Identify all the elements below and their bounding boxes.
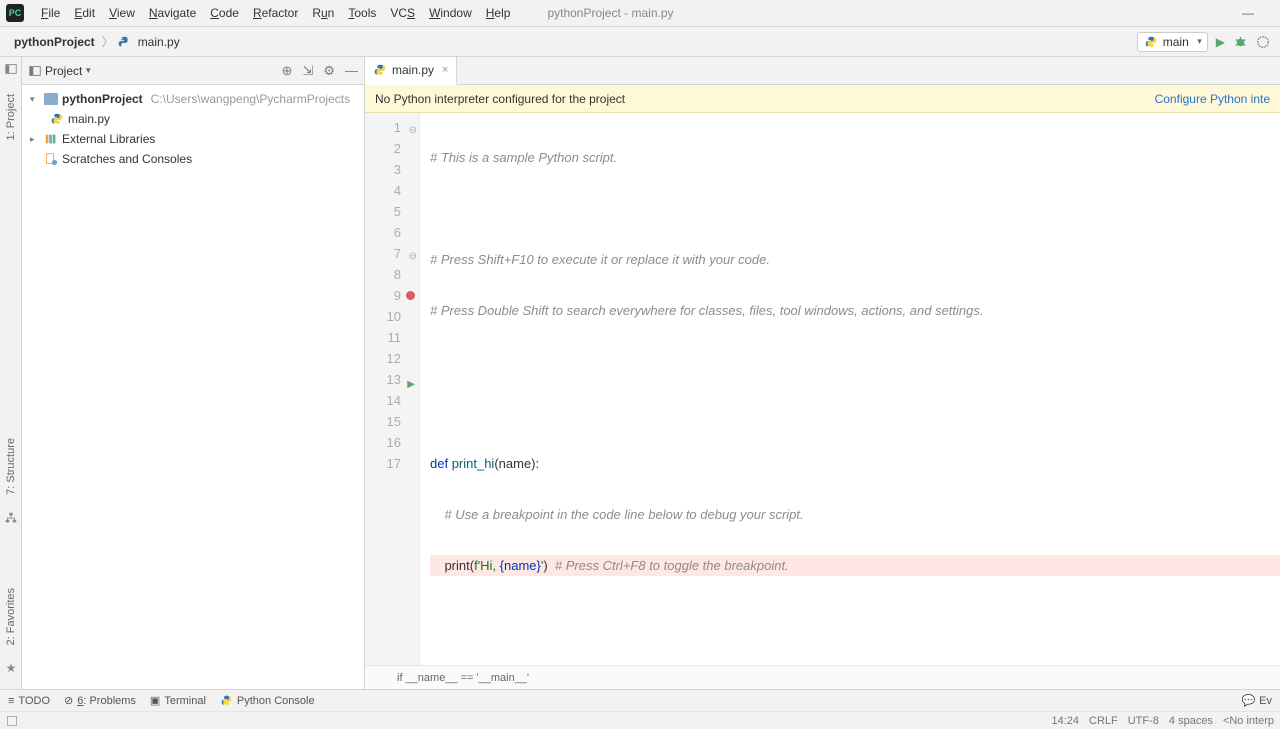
tree-scratches-label: Scratches and Consoles [62, 152, 192, 166]
python-file-icon [50, 112, 64, 126]
menu-help[interactable]: Help [479, 4, 518, 22]
terminal-tab[interactable]: ▣Terminal [150, 694, 206, 707]
line-gutter[interactable]: 1⊖ 2 3 4 5 6 7⊖ 8 9 10 11 12 13▶ 14 15 1… [365, 113, 420, 665]
run-gutter-icon[interactable]: ▶ [407, 374, 415, 395]
interpreter-status[interactable]: <No interp [1223, 715, 1274, 727]
breadcrumb-toolbar: pythonProject 〉 main.py main ▶ [0, 27, 1280, 57]
menu-view[interactable]: View [102, 4, 142, 22]
window-title: pythonProject - main.py [547, 6, 673, 20]
code-editor[interactable]: 1⊖ 2 3 4 5 6 7⊖ 8 9 10 11 12 13▶ 14 15 1… [365, 113, 1280, 665]
code-content[interactable]: # This is a sample Python script. # Pres… [420, 113, 1280, 665]
event-log-tab[interactable]: 💬Ev [1241, 694, 1272, 707]
library-icon [44, 132, 58, 146]
tree-file-label: main.py [68, 112, 110, 126]
status-bar: 14:24 CRLF UTF-8 4 spaces <No interp [0, 711, 1280, 729]
tree-ext-libs-label: External Libraries [62, 132, 155, 146]
expand-icon[interactable]: ▸ [30, 134, 40, 145]
structure-icon [4, 511, 18, 525]
project-panel-header: Project ▼ ⊕ ⇲ ⚙ — [22, 57, 364, 85]
close-tab-icon[interactable]: × [442, 64, 448, 76]
app-icon: PC [6, 4, 24, 22]
configure-interpreter-link[interactable]: Configure Python inte [1155, 92, 1270, 106]
editor-area: main.py × No Python interpreter configur… [365, 57, 1280, 689]
star-icon: ★ [6, 661, 17, 675]
minimize-icon[interactable]: — [1242, 6, 1254, 20]
python-icon [220, 694, 233, 707]
breakpoint-icon[interactable] [406, 291, 415, 300]
menu-file[interactable]: File [34, 4, 67, 22]
python-file-icon [373, 63, 387, 77]
run-config-select[interactable]: main [1137, 32, 1208, 52]
indent-info[interactable]: 4 spaces [1169, 715, 1213, 727]
menu-navigate[interactable]: Navigate [142, 4, 203, 22]
breadcrumb-file[interactable]: main.py [134, 33, 184, 51]
menu-code[interactable]: Code [203, 4, 246, 22]
run-config-name: main [1163, 35, 1189, 49]
project-tree: ▾ pythonProject C:\Users\wangpeng\Pychar… [22, 85, 364, 173]
run-button[interactable]: ▶ [1216, 35, 1225, 49]
left-tab-project[interactable]: 1: Project [3, 86, 19, 148]
hide-icon[interactable]: — [345, 63, 358, 79]
editor-tab-main[interactable]: main.py × [365, 57, 457, 85]
scratches-icon [44, 152, 58, 166]
warning-text: No Python interpreter configured for the… [375, 92, 625, 106]
editor-tab-bar: main.py × [365, 57, 1280, 85]
menu-window[interactable]: Window [422, 4, 479, 22]
left-tab-structure[interactable]: 7: Structure [3, 430, 19, 503]
debug-button[interactable] [1233, 34, 1248, 49]
nav-path-bar[interactable]: if __name__ == '__main__' [365, 665, 1280, 689]
python-icon [1144, 35, 1158, 49]
python-console-tab[interactable]: Python Console [220, 694, 315, 707]
todo-tab[interactable]: ≡TODO [8, 695, 50, 707]
breadcrumb-root[interactable]: pythonProject [10, 33, 99, 51]
tree-scratches[interactable]: Scratches and Consoles [22, 149, 364, 169]
menu-run[interactable]: Run [305, 4, 341, 22]
run-more-icon[interactable] [1256, 35, 1270, 49]
tree-file-main[interactable]: main.py [22, 109, 364, 129]
left-tab-favorites[interactable]: 2: Favorites [3, 580, 19, 653]
interpreter-warning-bar: No Python interpreter configured for the… [365, 85, 1280, 113]
folder-icon [44, 93, 58, 105]
locate-icon[interactable]: ⊕ [282, 63, 293, 79]
menubar: PC File Edit View Navigate Code Refactor… [0, 0, 1280, 27]
breadcrumb-sep: 〉 [102, 33, 114, 50]
tree-ext-libs[interactable]: ▸ External Libraries [22, 129, 364, 149]
collapse-icon[interactable]: ▾ [30, 94, 40, 105]
dropdown-icon[interactable]: ▼ [84, 66, 92, 75]
menu-tools[interactable]: Tools [341, 4, 383, 22]
tree-root[interactable]: ▾ pythonProject C:\Users\wangpeng\Pychar… [22, 89, 364, 109]
menu-refactor[interactable]: Refactor [246, 4, 305, 22]
project-view-icon [28, 64, 42, 78]
tree-root-label: pythonProject [62, 92, 143, 106]
project-tool-icon[interactable] [4, 62, 18, 76]
project-panel: Project ▼ ⊕ ⇲ ⚙ — ▾ pythonProject C:\Use… [22, 57, 365, 689]
bottom-toolbar: ≡TODO ⊘6: Problems ▣Terminal Python Cons… [0, 689, 1280, 711]
settings-icon[interactable]: ⚙ [323, 63, 335, 79]
project-panel-title[interactable]: Project [45, 64, 82, 78]
line-separator[interactable]: CRLF [1089, 715, 1118, 727]
python-file-icon [117, 35, 131, 49]
tree-root-path: C:\Users\wangpeng\PycharmProjects [151, 92, 350, 106]
cursor-position[interactable]: 14:24 [1051, 715, 1079, 727]
problems-tab[interactable]: ⊘6: Problems [64, 694, 136, 707]
menu-edit[interactable]: Edit [67, 4, 102, 22]
menu-vcs[interactable]: VCS [383, 4, 422, 22]
tab-label: main.py [392, 63, 434, 77]
file-encoding[interactable]: UTF-8 [1128, 715, 1159, 727]
status-menu-icon[interactable] [6, 715, 18, 727]
expand-icon[interactable]: ⇲ [302, 63, 313, 79]
